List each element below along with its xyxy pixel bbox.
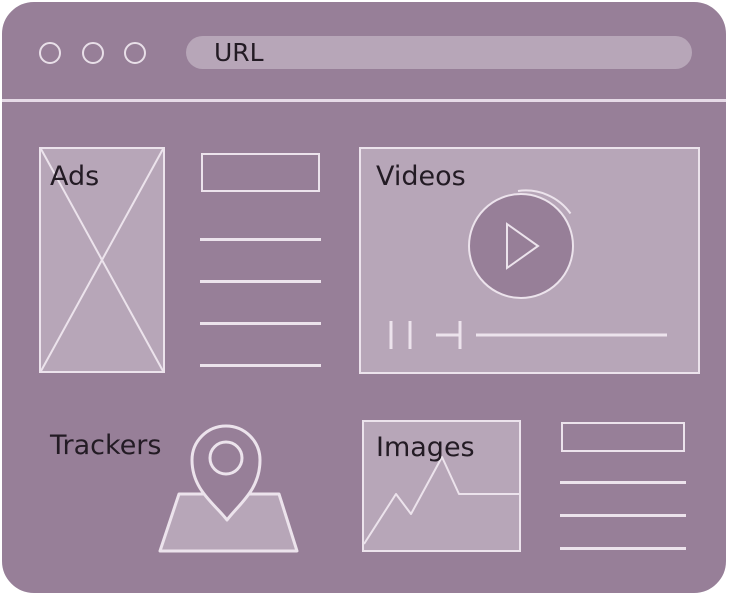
heading-placeholder-2	[561, 422, 685, 452]
text-line-4	[200, 364, 321, 367]
play-button-circle	[468, 193, 574, 299]
text-line-5	[560, 481, 686, 484]
videos-panel: Videos	[359, 147, 700, 374]
images-label: Images	[376, 432, 475, 463]
url-bar[interactable]: URL	[186, 36, 692, 69]
text-line-2	[200, 280, 321, 283]
heading-placeholder	[201, 153, 320, 192]
map-pin-icon	[158, 424, 299, 553]
ads-panel: Ads	[39, 147, 165, 373]
text-line-3	[200, 322, 321, 325]
browser-window: URL Ads Videos Trackers Images	[0, 0, 728, 595]
trackers-label: Trackers	[50, 430, 162, 461]
images-panel: Images	[362, 420, 521, 552]
url-label: URL	[214, 38, 264, 67]
text-line-6	[560, 514, 686, 517]
ads-label: Ads	[50, 161, 100, 192]
window-control-dot-1[interactable]	[39, 42, 61, 64]
window-control-dot-3[interactable]	[124, 42, 146, 64]
video-player	[389, 189, 667, 349]
text-line-7	[560, 547, 686, 550]
text-line-1	[200, 238, 321, 241]
toolbar-divider	[2, 99, 726, 102]
window-control-dot-2[interactable]	[82, 42, 104, 64]
